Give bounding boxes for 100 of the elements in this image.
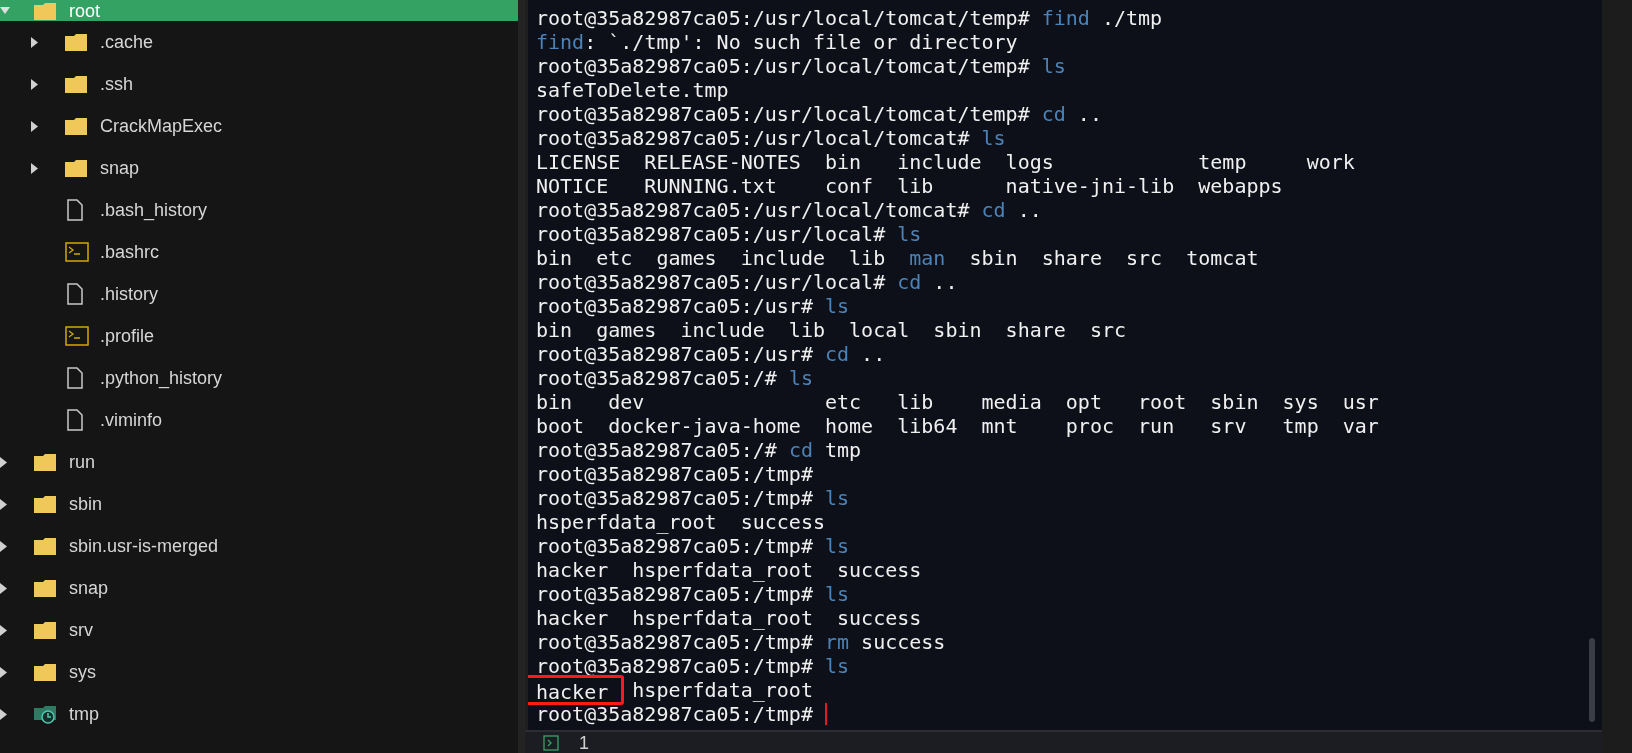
terminal-text: LICENSE RELEASE-NOTES bin include logs temp work bbox=[536, 152, 1355, 172]
chevron-right-icon[interactable] bbox=[0, 708, 7, 720]
terminal-tab[interactable]: 1 bbox=[579, 733, 589, 752]
item-name: .cache bbox=[100, 33, 154, 51]
item-name: .profile bbox=[100, 327, 155, 345]
item-name: .ssh bbox=[100, 75, 133, 93]
command-text: ls bbox=[825, 488, 850, 508]
item-name: sbin.usr-is-merged bbox=[69, 537, 219, 555]
chevron-right-icon[interactable] bbox=[31, 78, 38, 90]
command-text: ls bbox=[825, 296, 850, 316]
tree-item[interactable]: .python_history bbox=[0, 357, 518, 399]
chevron-right-icon[interactable] bbox=[0, 624, 7, 636]
command-text: cd bbox=[897, 272, 922, 292]
item-name: snap bbox=[100, 159, 140, 177]
terminal-text: root@35a82987ca05:/usr# bbox=[536, 296, 814, 316]
terminal-text: bin dev etc lib media opt root sbin sys usr bbox=[536, 392, 1379, 412]
command-text: find bbox=[536, 32, 585, 52]
tree-item[interactable]: snap bbox=[0, 147, 518, 189]
command-text: ls bbox=[788, 368, 813, 388]
chevron-right-icon[interactable] bbox=[31, 120, 38, 132]
terminal-icon[interactable] bbox=[543, 734, 559, 751]
terminal-text: bin games include lib local sbin share src bbox=[536, 320, 1126, 340]
terminal-text: ./tmp bbox=[1100, 8, 1163, 28]
tree-item[interactable]: .bashrc bbox=[0, 231, 518, 273]
terminal-text: hacker hsperfdata_root success bbox=[536, 608, 922, 628]
terminal-text: : `./tmp': No such file or directory bbox=[584, 32, 1018, 52]
folder-icon bbox=[65, 75, 87, 93]
tree-item[interactable]: CrackMapExec bbox=[0, 105, 518, 147]
folder-icon bbox=[34, 537, 56, 555]
terminal-text: sbin share src tomcat bbox=[968, 248, 1259, 268]
chevron-right-icon[interactable] bbox=[0, 498, 7, 510]
file-icon bbox=[65, 283, 85, 305]
tree-item[interactable]: .bash_history bbox=[0, 189, 518, 231]
terminal-text: root@35a82987ca05:/usr/local/tomcat# bbox=[536, 200, 971, 220]
command-text: cd bbox=[788, 440, 813, 460]
text-cursor bbox=[825, 703, 827, 725]
terminal-text: .. bbox=[1016, 200, 1042, 220]
terminal-text: bin etc games include lib bbox=[536, 248, 887, 268]
terminal-text: root@35a82987ca05:/# bbox=[536, 440, 778, 460]
tree-item[interactable]: .history bbox=[0, 273, 518, 315]
item-name: sbin bbox=[69, 495, 103, 513]
file-icon bbox=[65, 409, 85, 431]
folder-clock-icon bbox=[34, 704, 56, 724]
command-text: find bbox=[1041, 8, 1090, 28]
tree-item[interactable]: sbin.usr-is-merged bbox=[0, 525, 518, 567]
terminal-text: success bbox=[860, 632, 946, 652]
tree-item[interactable]: snap bbox=[0, 567, 518, 609]
terminal-text: root@35a82987ca05:/usr/local/tomcat/temp# bbox=[536, 56, 1031, 76]
chevron-right-icon[interactable] bbox=[0, 582, 7, 594]
command-text: ls bbox=[981, 128, 1006, 148]
command-text: ls bbox=[897, 224, 922, 244]
item-name: .bash_history bbox=[100, 201, 208, 219]
tree-item[interactable]: tmp bbox=[0, 693, 518, 735]
terminal-text: root@35a82987ca05:/tmp# bbox=[536, 584, 814, 604]
terminal-text: root@35a82987ca05:/usr/local/tomcat/temp# bbox=[536, 104, 1031, 124]
folder-icon bbox=[34, 1, 56, 20]
item-name: CrackMapExec bbox=[100, 117, 223, 135]
terminal-text: boot docker-java-home home lib64 mnt proc run srv tmp var bbox=[536, 416, 1379, 436]
terminal-text: .. bbox=[860, 344, 886, 364]
folder-icon bbox=[34, 663, 56, 681]
tree-item[interactable]: sys bbox=[0, 651, 518, 693]
item-name: tmp bbox=[69, 705, 99, 723]
chevron-right-icon[interactable] bbox=[0, 666, 7, 678]
terminal-text: hacker hsperfdata_root success bbox=[536, 560, 922, 580]
terminal-text: hsperfdata_root success bbox=[536, 512, 825, 532]
terminal-text: root@35a82987ca05:/usr# bbox=[536, 344, 814, 364]
command-text: ls bbox=[1041, 56, 1066, 76]
terminal-text: hsperfdata_root bbox=[631, 680, 813, 700]
folder-icon bbox=[34, 621, 56, 639]
tree-item[interactable]: .profile bbox=[0, 315, 518, 357]
chevron-right-icon[interactable] bbox=[0, 540, 7, 552]
tree-item[interactable]: .viminfo bbox=[0, 399, 518, 441]
terminal-text: .. bbox=[932, 272, 958, 292]
folder-icon bbox=[34, 453, 56, 471]
scrollbar-thumb[interactable] bbox=[1589, 638, 1595, 722]
file-icon bbox=[65, 367, 85, 389]
terminal-text: root@35a82987ca05:/tmp# bbox=[536, 488, 814, 508]
tree-item[interactable]: run bbox=[0, 441, 518, 483]
terminal-text: tmp bbox=[824, 440, 862, 460]
item-name: .bashrc bbox=[100, 243, 160, 261]
tree-item[interactable]: sbin bbox=[0, 483, 518, 525]
chevron-right-icon[interactable] bbox=[0, 456, 7, 468]
terminal-file-icon bbox=[65, 242, 89, 262]
terminal-text: root@35a82987ca05:/usr/local/tomcat/temp# bbox=[536, 8, 1031, 28]
item-name: .python_history bbox=[100, 369, 223, 387]
terminal-text: root@35a82987ca05:/usr/local# bbox=[536, 272, 887, 292]
folder-icon bbox=[34, 579, 56, 597]
tree-item[interactable]: .cache bbox=[0, 21, 518, 63]
terminal-text: root@35a82987ca05:/usr/local# bbox=[536, 224, 887, 244]
chevron-right-icon[interactable] bbox=[31, 36, 38, 48]
item-name: .viminfo bbox=[100, 411, 162, 429]
command-text: cd bbox=[1041, 104, 1066, 124]
chevron-right-icon[interactable] bbox=[31, 162, 38, 174]
tree-item[interactable]: srv bbox=[0, 609, 518, 651]
command-text: cd bbox=[981, 200, 1006, 220]
item-name: run bbox=[69, 453, 95, 471]
tree-item[interactable]: .ssh bbox=[0, 63, 518, 105]
terminal-text: root@35a82987ca05:/usr/local/tomcat# bbox=[536, 128, 971, 148]
folder-icon bbox=[65, 117, 87, 135]
command-text: ls bbox=[825, 584, 850, 604]
